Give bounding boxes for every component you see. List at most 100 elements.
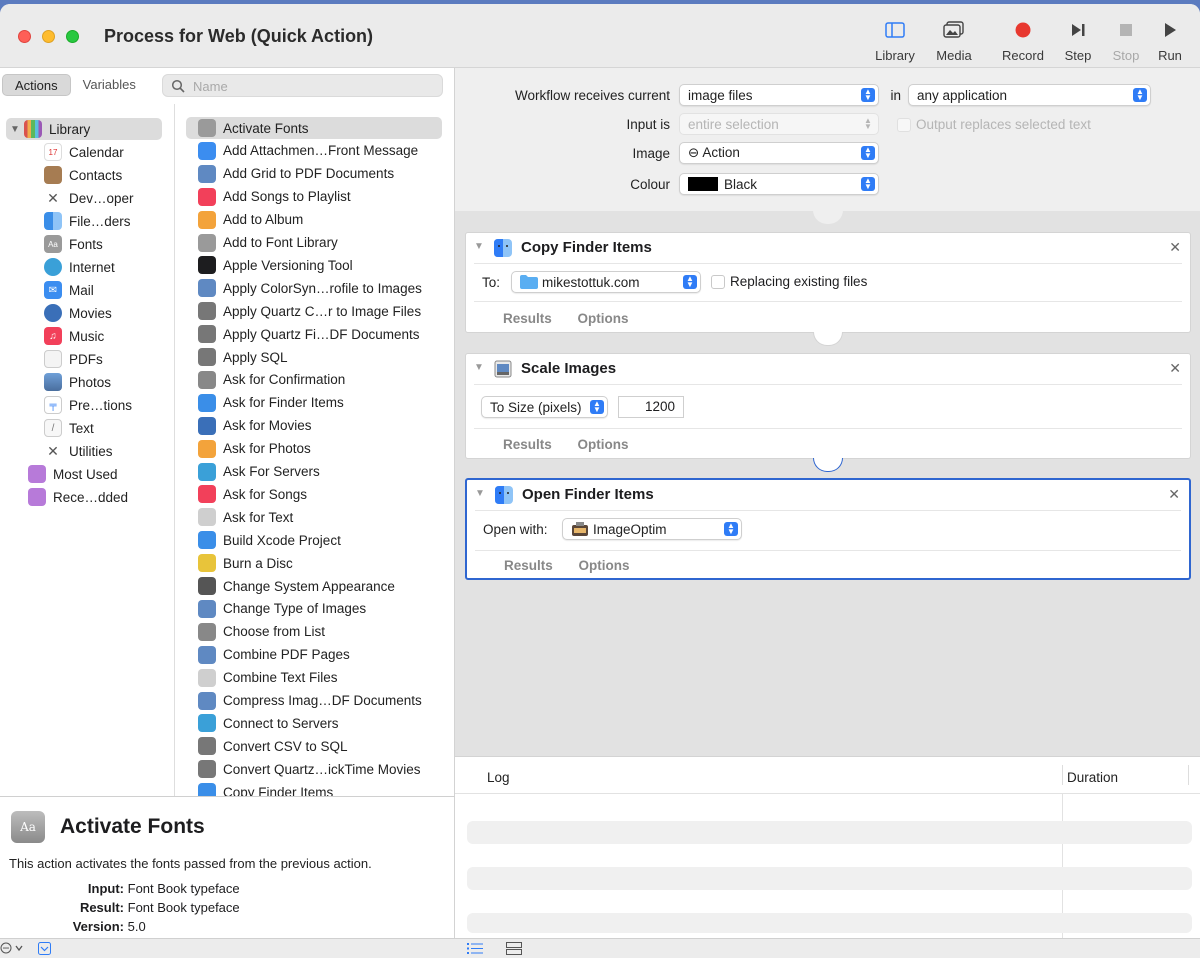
sidebar-item-library[interactable]: ▼ Library — [6, 118, 162, 140]
open-finder-items-action[interactable]: ▼ Open Finder Items ✕ Open with: ImageOp… — [465, 478, 1191, 580]
open-with-popup[interactable]: ImageOptim ▲ ▼ — [562, 518, 742, 540]
destination-popup[interactable]: mikestottuk.com ▲ ▼ — [511, 271, 701, 293]
sidebar-item-developer[interactable]: ✕ Dev…oper — [44, 187, 133, 209]
sidebar-item-label: Contacts — [69, 167, 123, 183]
output-replaces-checkbox[interactable] — [897, 118, 911, 132]
divider — [474, 263, 1182, 264]
list-view-icon[interactable] — [467, 942, 483, 958]
scale-images-action[interactable]: ▼ Scale Images ✕ To Size (pixels) ▲ ▼ 120… — [465, 353, 1191, 459]
zoom-window-button[interactable] — [66, 30, 79, 43]
action-list-item[interactable]: Activate Fonts — [186, 117, 442, 139]
action-list-item[interactable]: Ask for Finder Items — [186, 392, 442, 414]
column-divider[interactable] — [1188, 765, 1189, 785]
action-list-item[interactable]: Add Grid to PDF Documents — [186, 163, 442, 185]
description-toggle-icon[interactable] — [38, 942, 51, 958]
sidebar-item-label: Mail — [69, 282, 94, 298]
copy-finder-items-action[interactable]: ▼ Copy Finder Items ✕ To: mikestottuk.co… — [465, 232, 1191, 333]
sidebar-item-text[interactable]: / Text — [44, 417, 94, 439]
action-list-item[interactable]: Choose from List — [186, 621, 442, 643]
input-is-popup[interactable]: entire selection ▲ ▼ — [679, 113, 879, 135]
action-list-item[interactable]: Add to Font Library — [186, 232, 442, 254]
split-view-icon[interactable] — [506, 942, 522, 958]
action-list-item[interactable]: Ask for Songs — [186, 483, 442, 505]
action-list-item[interactable]: Burn a Disc — [186, 552, 442, 574]
column-divider[interactable] — [174, 104, 175, 796]
action-list-item[interactable]: Add Songs to Playlist — [186, 186, 442, 208]
sidebar-item-contacts[interactable]: Contacts — [44, 164, 122, 186]
action-list-item[interactable]: Add Attachmen…Front Message — [186, 140, 442, 162]
results-tab[interactable]: Results — [503, 311, 552, 326]
chevron-down-icon[interactable]: ▼ — [474, 241, 484, 252]
image-popup[interactable]: ⊖ Action ▲ ▼ — [679, 142, 879, 164]
action-list-item[interactable]: Convert CSV to SQL — [186, 735, 442, 757]
size-field[interactable]: 1200 — [618, 396, 684, 418]
stop-toolbar-button[interactable]: Stop — [1107, 18, 1145, 63]
results-tab[interactable]: Results — [503, 437, 552, 452]
record-toolbar-button[interactable]: Record — [997, 18, 1049, 63]
search-input[interactable] — [193, 77, 433, 95]
step-toolbar-button[interactable]: Step — [1058, 18, 1098, 63]
action-list-item[interactable]: Compress Imag…DF Documents — [186, 690, 442, 712]
sidebar-item-recently-added[interactable]: Rece…dded — [28, 486, 128, 508]
options-tab[interactable]: Options — [579, 558, 630, 573]
action-list-item[interactable]: Apply SQL — [186, 346, 442, 368]
receives-popup[interactable]: image files ▲ ▼ — [679, 84, 879, 106]
close-window-button[interactable] — [18, 30, 31, 43]
close-icon[interactable]: ✕ — [1169, 239, 1181, 256]
more-icon[interactable] — [0, 941, 28, 958]
action-list-item[interactable]: Change Type of Images — [186, 598, 442, 620]
options-tab[interactable]: Options — [578, 437, 629, 452]
application-popup[interactable]: any application ▲ ▼ — [908, 84, 1151, 106]
sidebar-item-mail[interactable]: ✉ Mail — [44, 279, 94, 301]
colour-popup[interactable]: Black ▲ ▼ — [679, 173, 879, 195]
media-toolbar-button[interactable]: Media — [930, 18, 978, 63]
action-list-item[interactable]: Apply Quartz Fi…DF Documents — [186, 323, 442, 345]
run-toolbar-button[interactable]: Run — [1152, 18, 1188, 63]
action-list-item[interactable]: Change System Appearance — [186, 575, 442, 597]
action-list-item[interactable]: Build Xcode Project — [186, 529, 442, 551]
sidebar-item-files-folders[interactable]: File…ders — [44, 210, 131, 232]
tab-variables[interactable]: Variables — [71, 74, 148, 96]
sidebar-item-music[interactable]: ♫ Music — [44, 325, 104, 347]
sidebar-item-photos[interactable]: Photos — [44, 371, 111, 393]
minimize-window-button[interactable] — [42, 30, 55, 43]
log-column-header[interactable]: Log — [487, 770, 510, 785]
sidebar-item-fonts[interactable]: Aa Fonts — [44, 233, 103, 255]
action-list-item[interactable]: Ask for Text — [186, 506, 442, 528]
options-tab[interactable]: Options — [578, 311, 629, 326]
sidebar-item-internet[interactable]: Internet — [44, 256, 115, 278]
action-list-item[interactable]: Apply ColorSyn…rofile to Images — [186, 277, 442, 299]
action-list-item[interactable]: Connect to Servers — [186, 712, 442, 734]
sidebar-item-utilities[interactable]: ✕ Utilities — [44, 440, 112, 462]
duration-column-header[interactable]: Duration — [1067, 770, 1118, 785]
sidebar-item-movies[interactable]: Movies — [44, 302, 112, 324]
action-list-item[interactable]: Apple Versioning Tool — [186, 254, 442, 276]
sidebar-item-presentations[interactable]: ╤ Pre…tions — [44, 394, 132, 416]
close-icon[interactable]: ✕ — [1168, 486, 1180, 503]
action-list-item[interactable]: Ask for Photos — [186, 438, 442, 460]
sidebar-item-calendar[interactable]: 17 Calendar — [44, 141, 124, 163]
sidebar-item-most-used[interactable]: Most Used — [28, 463, 118, 485]
replacing-existing-checkbox[interactable] — [711, 275, 725, 289]
column-divider[interactable] — [1062, 765, 1063, 785]
action-list-item[interactable]: Combine PDF Pages — [186, 644, 442, 666]
action-icon — [198, 416, 216, 435]
sidebar-item-pdfs[interactable]: PDFs — [44, 348, 103, 370]
chevron-down-icon[interactable]: ▼ — [475, 488, 485, 499]
action-list-item[interactable]: Apply Quartz C…r to Image Files — [186, 300, 442, 322]
contacts-icon — [44, 166, 62, 184]
action-list-item[interactable]: Copy Finder Items — [186, 781, 442, 796]
close-icon[interactable]: ✕ — [1169, 360, 1181, 377]
action-list-item[interactable]: Add to Album — [186, 209, 442, 231]
action-list-item[interactable]: Combine Text Files — [186, 667, 442, 689]
tab-actions[interactable]: Actions — [2, 74, 71, 96]
action-list-item[interactable]: Ask for Confirmation — [186, 369, 442, 391]
font-book-icon: Aa — [11, 811, 45, 843]
scale-mode-popup[interactable]: To Size (pixels) ▲ ▼ — [481, 396, 608, 418]
chevron-down-icon[interactable]: ▼ — [474, 362, 484, 373]
library-toolbar-button[interactable]: Library — [871, 18, 919, 63]
results-tab[interactable]: Results — [504, 558, 553, 573]
action-list-item[interactable]: Convert Quartz…ickTime Movies — [186, 758, 442, 780]
action-list-item[interactable]: Ask For Servers — [186, 461, 442, 483]
action-list-item[interactable]: Ask for Movies — [186, 415, 442, 437]
